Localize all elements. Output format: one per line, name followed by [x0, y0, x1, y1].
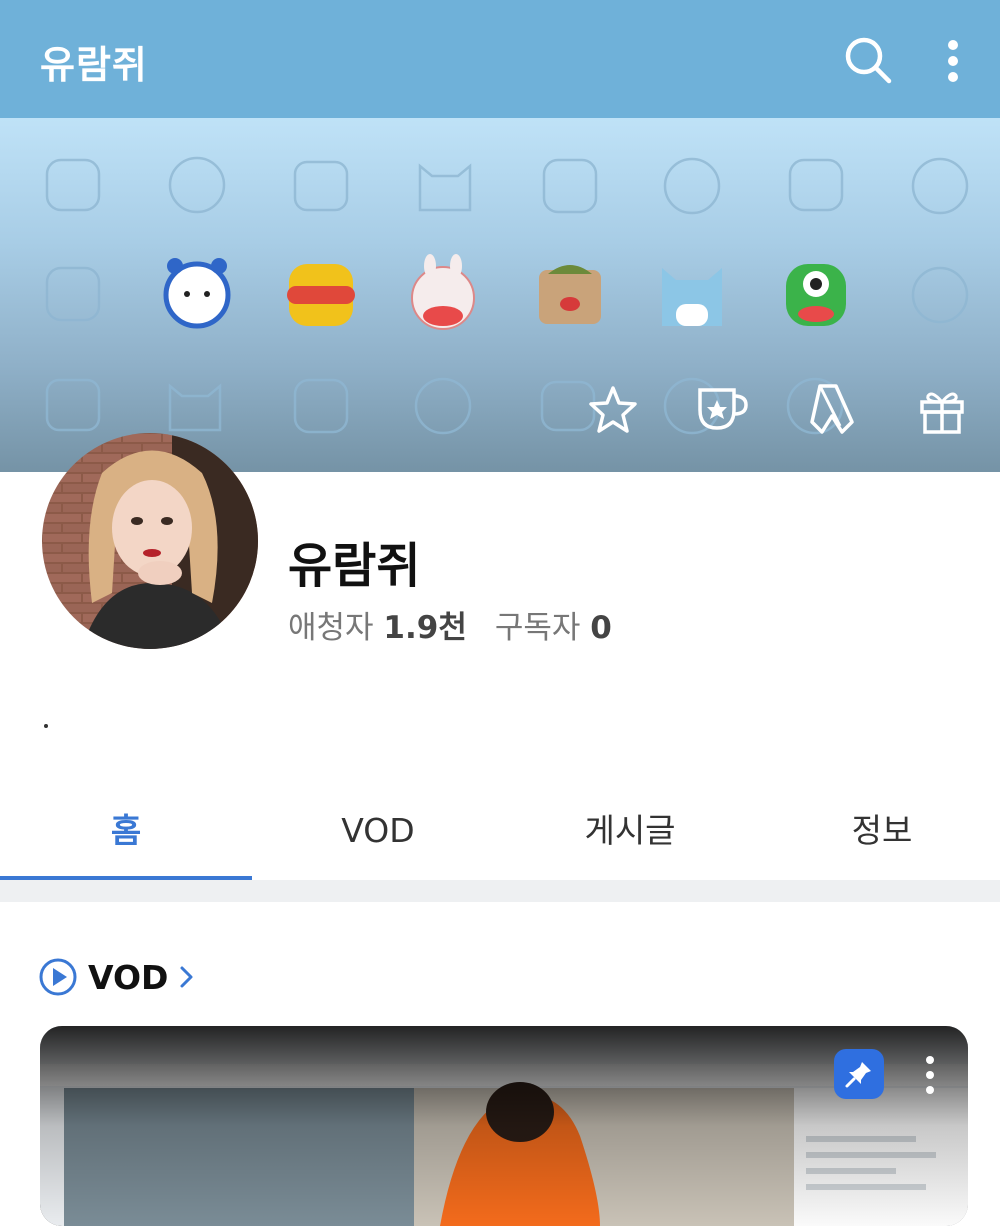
app-bar: 유람쥐 — [0, 0, 1000, 118]
vod-thumbnail[interactable] — [40, 1026, 968, 1226]
subscribers-label: 구독자 — [494, 610, 581, 646]
fans-label: 애청자 — [288, 610, 374, 646]
more-vertical-icon[interactable] — [938, 38, 968, 84]
vod-more-icon[interactable] — [920, 1054, 940, 1096]
tab-posts[interactable]: 게시글 — [504, 790, 756, 880]
pin-icon[interactable] — [834, 1049, 884, 1099]
star-outline-icon[interactable] — [585, 382, 641, 438]
channel-name: 유람쥐 — [288, 538, 421, 594]
play-circle-icon — [39, 958, 77, 996]
fans-count: 1.9천 — [383, 610, 467, 646]
gift-icon[interactable] — [914, 382, 970, 438]
cup-star-icon[interactable] — [694, 380, 750, 436]
channel-bio — [44, 724, 48, 728]
search-icon[interactable] — [842, 34, 894, 86]
channel-banner — [0, 118, 1000, 472]
channel-stats: 애청자 1.9천 구독자 0 — [288, 602, 612, 647]
section-title: VOD — [88, 957, 169, 997]
tab-info[interactable]: 정보 — [756, 790, 1000, 880]
subscribers-count: 0 — [590, 610, 612, 646]
tab-vod[interactable]: VOD — [252, 790, 504, 880]
banner-actions — [0, 118, 1000, 472]
chevron-right-icon — [180, 966, 193, 988]
vod-section-header[interactable]: VOD — [38, 955, 196, 999]
section-divider — [0, 880, 1000, 902]
channel-tabs: 홈 VOD 게시글 정보 — [0, 790, 1000, 880]
tab-home[interactable]: 홈 — [0, 790, 252, 880]
ribbon-icon[interactable] — [804, 380, 860, 436]
avatar[interactable] — [42, 433, 258, 649]
channel-title: 유람쥐 — [40, 43, 148, 87]
